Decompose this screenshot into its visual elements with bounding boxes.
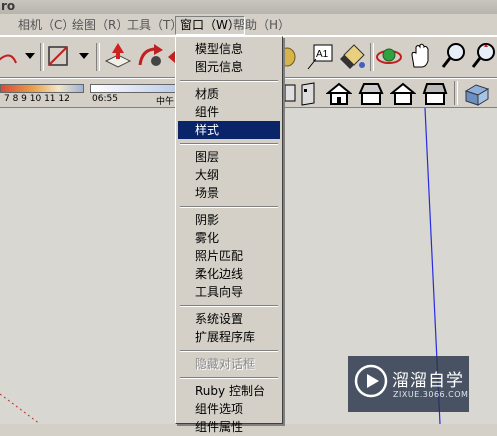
menu-item-shadows[interactable]: 阴影 (178, 211, 280, 229)
menu-item-extension-warehouse[interactable]: 扩展程序库 (178, 328, 280, 346)
view-front-icon[interactable] (326, 81, 352, 107)
text-tool-icon[interactable]: A1 (306, 41, 334, 71)
menu-item-scenes[interactable]: 场景 (178, 184, 280, 202)
menu-item-outliner[interactable]: 大纲 (178, 166, 280, 184)
menu-file-fragment[interactable]: ) (0, 17, 3, 33)
toolbar-divider (96, 43, 100, 71)
menu-item-ruby-console[interactable]: Ruby 控制台 (178, 382, 280, 400)
zoom-extents-icon[interactable] (470, 41, 497, 71)
menu-item-model-info[interactable]: 模型信息 (178, 40, 280, 58)
view-left-icon[interactable] (422, 81, 448, 107)
menu-item-component-options[interactable]: 组件选项 (178, 400, 280, 418)
toolbar-divider (40, 43, 44, 71)
toolbar-divider (454, 81, 458, 105)
time-noon-label: 中午 (156, 97, 175, 107)
menu-separator (180, 350, 278, 352)
title-bar: ro (0, 0, 497, 14)
menu-separator (180, 206, 278, 208)
menu-item-fog[interactable]: 雾化 (178, 229, 280, 247)
menu-item-soften-edges[interactable]: 柔化边线 (178, 265, 280, 283)
zoom-icon[interactable] (440, 41, 468, 71)
chevron-down-icon[interactable] (24, 51, 36, 61)
menu-item-preferences[interactable]: 系统设置 (178, 310, 280, 328)
menu-item-match-photo[interactable]: 照片匹配 (178, 247, 280, 265)
text-tool-label: A1 (316, 49, 329, 60)
arc-tool-icon[interactable] (0, 43, 20, 71)
menu-separator (180, 377, 278, 379)
follow-me-icon[interactable] (136, 41, 166, 71)
menu-bar: ) 相机（C） 绘图（R） 工具（T） 窗口（W） 帮助（H） (0, 14, 497, 36)
window-menu-dropdown: 模型信息 图元信息 材质 组件 样式 图层 大纲 场景 阴影 雾化 照片匹配 柔… (175, 36, 283, 434)
month-labels: 7 8 9 10 11 12 (4, 94, 70, 104)
push-pull-icon[interactable] (104, 41, 132, 71)
orbit-icon[interactable] (374, 41, 404, 71)
red-axis-dashed (0, 393, 41, 424)
chevron-down-icon[interactable] (78, 51, 90, 61)
watermark-url: ZIXUE.3066.COM (393, 390, 469, 399)
menu-separator (180, 305, 278, 307)
shadow-time-slider[interactable] (90, 84, 184, 93)
menu-item-styles[interactable]: 样式 (178, 121, 280, 139)
window-title: ro (1, 0, 16, 13)
xray-style-icon[interactable] (462, 81, 492, 107)
play-logo-icon (354, 364, 388, 398)
view-right-icon[interactable] (358, 81, 384, 107)
menu-item-instructor[interactable]: 工具向导 (178, 283, 280, 301)
menu-separator (180, 80, 278, 82)
view-iso-icon[interactable] (283, 81, 299, 105)
menu-help[interactable]: 帮助（H） (229, 17, 294, 33)
menu-item-components[interactable]: 组件 (178, 103, 280, 121)
watermark: 溜溜自学 ZIXUE.3066.COM (348, 356, 469, 412)
rectangle-tool-icon[interactable] (46, 43, 70, 71)
menu-separator (180, 143, 278, 145)
time-start-label: 06:55 (92, 94, 118, 104)
menu-item-hide-dialogs: 隐藏对话框 (195, 357, 256, 371)
view-top-icon[interactable] (298, 81, 320, 107)
menu-item-layers[interactable]: 图层 (178, 148, 280, 166)
view-back-icon[interactable] (390, 81, 416, 107)
paint-bucket-icon[interactable] (338, 41, 368, 71)
menu-item-component-attributes[interactable]: 组件属性 (178, 418, 280, 436)
menu-item-entity-info[interactable]: 图元信息 (178, 58, 280, 76)
pan-hand-icon[interactable] (406, 41, 436, 71)
tape-measure-icon[interactable] (283, 43, 297, 71)
menu-item-materials[interactable]: 材质 (178, 85, 280, 103)
shadow-date-slider[interactable] (0, 84, 84, 93)
watermark-name: 溜溜自学 (392, 371, 464, 391)
